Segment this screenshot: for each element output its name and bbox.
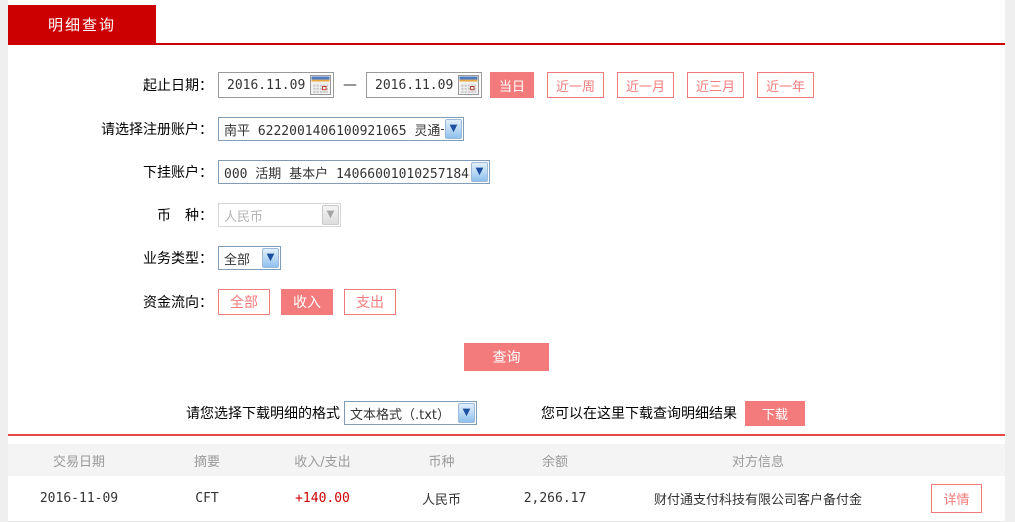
date-range-row: 起止日期： 2016.11.09 — 2016.11.09 当日 近一周 近一月… bbox=[8, 72, 1005, 98]
tab-bar: 明细查询 bbox=[8, 0, 1005, 45]
cell-currency: 人民币 bbox=[421, 493, 461, 508]
cell-balance: 2,266.17 bbox=[523, 491, 587, 506]
sub-account-row: 下挂账户： 000 活期 基本户 140660010102571848 ▼ bbox=[8, 160, 1005, 184]
currency-select: 人民币 ▼ bbox=[218, 203, 341, 227]
sub-account-label: 下挂账户： bbox=[143, 165, 213, 181]
business-type-value: 全部 bbox=[224, 252, 251, 268]
register-account-value: 南平 6222001406100921065 灵通卡 bbox=[224, 123, 444, 139]
tab-detail-query[interactable]: 明细查询 bbox=[8, 5, 156, 43]
chevron-down-icon: ▼ bbox=[445, 119, 462, 139]
currency-label: 币 种： bbox=[157, 208, 213, 224]
cell-counterparty: 财付通支付科技有限公司客户备付金 bbox=[653, 493, 862, 508]
range-last-year-button[interactable]: 近一年 bbox=[757, 72, 815, 98]
sub-account-value: 000 活期 基本户 140660010102571848 bbox=[224, 166, 470, 182]
register-account-label: 请选择注册账户： bbox=[101, 122, 213, 138]
business-type-select[interactable]: 全部 ▼ bbox=[218, 246, 281, 270]
range-last-week-button[interactable]: 近一周 bbox=[547, 72, 605, 98]
register-account-select[interactable]: 南平 6222001406100921065 灵通卡 ▼ bbox=[218, 117, 464, 141]
start-date-input[interactable]: 2016.11.09 bbox=[218, 72, 334, 98]
business-type-row: 业务类型： 全部 ▼ bbox=[8, 246, 1005, 270]
fund-flow-row: 资金流向： 全部 收入 支出 bbox=[8, 289, 1005, 315]
date-range-label: 起止日期： bbox=[143, 78, 213, 94]
range-last-3-months-button[interactable]: 近三月 bbox=[687, 72, 745, 98]
cell-amount: +140.00 bbox=[295, 491, 350, 506]
range-today-button[interactable]: 当日 bbox=[490, 72, 535, 98]
currency-value: 人民币 bbox=[224, 209, 264, 225]
results-table: 交易日期 摘要 收入/支出 币种 余额 对方信息 2016-11-09 CFT … bbox=[8, 444, 1005, 522]
chevron-down-icon: ▼ bbox=[458, 403, 475, 423]
calendar-icon[interactable] bbox=[310, 75, 331, 95]
header-income-expense: 收入/支出 bbox=[294, 454, 351, 470]
query-form: 起止日期： 2016.11.09 — 2016.11.09 当日 近一周 近一月… bbox=[8, 45, 1005, 426]
table-row: 2016-11-09 CFT +140.00 人民币 2,266.17 财付通支… bbox=[8, 476, 1005, 522]
calendar-icon[interactable] bbox=[458, 75, 479, 95]
chevron-down-icon: ▼ bbox=[322, 205, 339, 225]
tab-label: 明细查询 bbox=[47, 15, 116, 34]
end-date-value: 2016.11.09 bbox=[375, 77, 454, 93]
header-summary: 摘要 bbox=[193, 454, 220, 470]
query-button-row: 查询 bbox=[8, 343, 1005, 371]
download-format-value: 文本格式（.txt） bbox=[350, 407, 451, 423]
range-last-month-button[interactable]: 近一月 bbox=[617, 72, 675, 98]
fund-flow-income-button[interactable]: 收入 bbox=[281, 289, 333, 315]
download-button[interactable]: 下载 bbox=[745, 400, 805, 426]
fund-flow-expense-button[interactable]: 支出 bbox=[344, 289, 396, 315]
start-date-value: 2016.11.09 bbox=[227, 77, 306, 93]
cell-summary: CFT bbox=[195, 491, 219, 506]
header-balance: 余额 bbox=[541, 454, 568, 470]
table-header-row: 交易日期 摘要 收入/支出 币种 余额 对方信息 bbox=[8, 444, 1005, 476]
download-hint: 您可以在这里下载查询明细结果 bbox=[541, 406, 737, 422]
date-range-separator: — bbox=[343, 77, 357, 93]
download-row: 请您选择下载明细的格式 文本格式（.txt） ▼ 您可以在这里下载查询明细结果 … bbox=[8, 400, 1005, 426]
chevron-down-icon: ▼ bbox=[262, 248, 279, 268]
cell-transaction-date: 2016-11-09 bbox=[39, 491, 119, 506]
end-date-input[interactable]: 2016.11.09 bbox=[366, 72, 482, 98]
table-divider bbox=[8, 434, 1005, 436]
content-panel: 明细查询 起止日期： 2016.11.09 — 2016.11.09 当日 近一… bbox=[8, 0, 1005, 522]
query-button[interactable]: 查询 bbox=[464, 343, 549, 371]
fund-flow-label: 资金流向： bbox=[143, 295, 213, 311]
sub-account-select[interactable]: 000 活期 基本户 140660010102571848 ▼ bbox=[218, 160, 490, 184]
fund-flow-all-button[interactable]: 全部 bbox=[218, 289, 270, 315]
header-currency: 币种 bbox=[428, 454, 455, 470]
header-transaction-date: 交易日期 bbox=[52, 454, 105, 470]
currency-row: 币 种： 人民币 ▼ bbox=[8, 203, 1005, 227]
download-format-select[interactable]: 文本格式（.txt） ▼ bbox=[344, 401, 477, 425]
register-account-row: 请选择注册账户： 南平 6222001406100921065 灵通卡 ▼ bbox=[8, 117, 1005, 141]
business-type-label: 业务类型： bbox=[143, 251, 213, 267]
detail-button[interactable]: 详情 bbox=[931, 484, 982, 513]
download-format-label: 请您选择下载明细的格式 bbox=[186, 406, 340, 422]
header-counterparty: 对方信息 bbox=[731, 454, 784, 470]
chevron-down-icon: ▼ bbox=[471, 162, 488, 182]
